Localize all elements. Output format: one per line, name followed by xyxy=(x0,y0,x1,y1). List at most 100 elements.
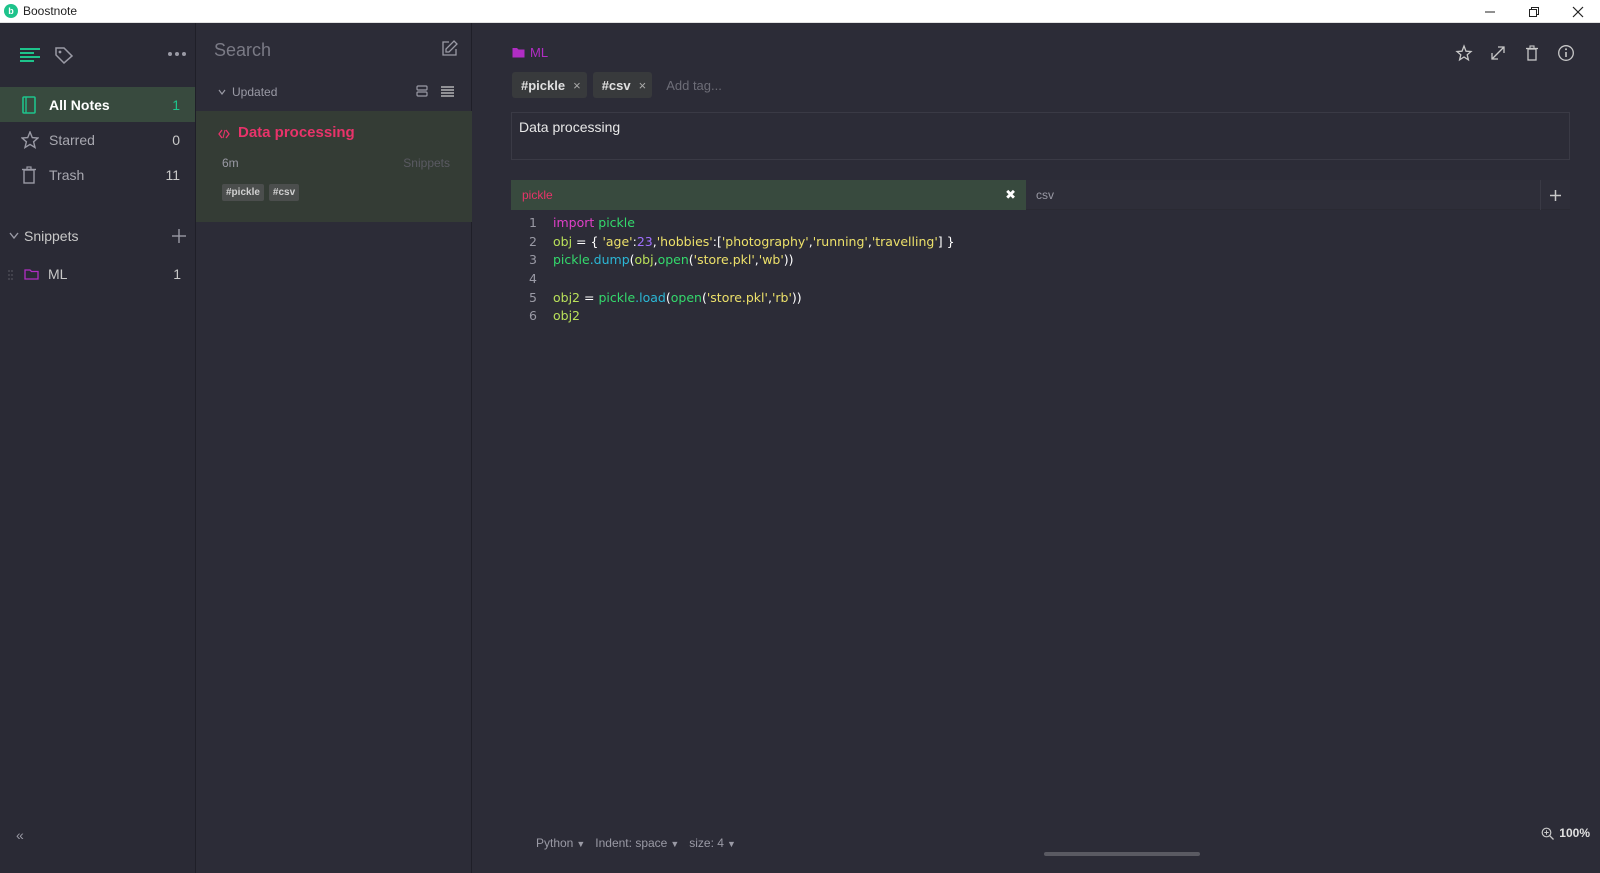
nav-item-all-notes[interactable]: All Notes 1 xyxy=(0,87,195,122)
line-number: 1 xyxy=(529,215,537,230)
tab-csv[interactable]: csv xyxy=(1026,180,1529,210)
ellipsis-icon xyxy=(168,52,186,56)
book-icon xyxy=(21,96,37,114)
search-input[interactable] xyxy=(214,37,424,63)
code-line: 2 obj = { 'age':23,'hobbies':['photograph… xyxy=(511,234,1570,253)
zoom-level: 100% xyxy=(1559,826,1590,840)
code-icon xyxy=(218,129,230,139)
minimize-icon xyxy=(1485,11,1495,12)
remove-tag-button[interactable]: × xyxy=(573,78,581,93)
add-tag-input[interactable] xyxy=(666,74,787,96)
snippet-detail: ML #pickle × #csv × Data processing pick… xyxy=(472,23,1600,873)
collapse-sidebar-button[interactable]: « xyxy=(16,827,24,843)
code-line: 1 import pickle xyxy=(511,215,1570,234)
restore-icon xyxy=(1529,6,1539,17)
expand-icon xyxy=(1491,46,1505,60)
nav-item-trash[interactable]: Trash 11 xyxy=(0,157,195,192)
close-window-button[interactable] xyxy=(1556,0,1600,23)
code-line: 3 pickle.dump(obj,open('store.pkl','wb')) xyxy=(511,252,1570,271)
sort-label: Updated xyxy=(232,85,278,99)
code-text: obj = { 'age':23,'hobbies':['photography… xyxy=(553,233,955,249)
zoom-control[interactable]: 100% xyxy=(1541,826,1590,840)
restore-button[interactable] xyxy=(1512,0,1556,23)
plus-icon xyxy=(1550,189,1561,201)
edit-icon xyxy=(442,40,458,56)
mode-selector[interactable]: Python ▼ xyxy=(536,836,585,850)
add-snippet-button[interactable] xyxy=(1540,180,1570,210)
nav-item-label: Trash xyxy=(49,166,85,183)
code-line: 4 xyxy=(511,271,1570,290)
boostnote-logo-icon: b xyxy=(4,4,18,18)
snippet-tab-bar: pickle ✖ csv xyxy=(511,180,1570,210)
storage-header[interactable]: Snippets xyxy=(0,225,196,247)
indent-size-selector[interactable]: size: 4 ▼ xyxy=(689,836,736,850)
code-text: obj2 = pickle.load(open('store.pkl','rb'… xyxy=(553,289,802,305)
delete-button[interactable] xyxy=(1522,43,1542,63)
caret-down-icon: ▼ xyxy=(576,839,586,849)
close-icon xyxy=(1572,6,1584,17)
add-folder-icon[interactable] xyxy=(172,229,186,243)
new-note-button[interactable] xyxy=(441,40,458,57)
compact-view-icon[interactable] xyxy=(441,85,454,97)
note-title: Data processing xyxy=(238,124,355,141)
description-editor[interactable]: Data processing xyxy=(511,112,1570,160)
notes-menu-button[interactable] xyxy=(20,47,40,63)
fullscreen-button[interactable] xyxy=(1488,43,1508,63)
line-number: 3 xyxy=(529,252,537,268)
code-text: pickle.dump(obj,open('store.pkl','wb')) xyxy=(553,252,794,268)
nav-item-label: Starred xyxy=(49,131,95,148)
tag-chip-csv: #csv × xyxy=(592,72,653,98)
star-button[interactable] xyxy=(1454,43,1474,63)
default-view-icon[interactable] xyxy=(416,85,428,97)
indent-selector[interactable]: Indent: space ▼ xyxy=(595,836,679,850)
storage-label: Snippets xyxy=(24,228,79,244)
menu-lines-icon xyxy=(20,48,40,62)
tab-label: pickle xyxy=(522,188,553,202)
sort-bar: Updated xyxy=(196,81,472,103)
tag-chip-pickle: #pickle × xyxy=(512,72,587,98)
tab-pickle[interactable]: pickle ✖ xyxy=(511,180,1026,210)
nav-item-label: All Notes xyxy=(49,96,110,113)
remove-tag-button[interactable]: × xyxy=(639,78,647,93)
note-updated-time: 6m xyxy=(222,156,239,170)
window-title: Boostnote xyxy=(23,4,78,18)
code-line: 6 obj2 xyxy=(511,308,1570,327)
folder-item-ml[interactable]: ML 1 xyxy=(0,262,196,286)
folder-name: ML xyxy=(530,45,549,60)
folder-icon xyxy=(24,269,39,280)
note-tags: #pickle #csv xyxy=(222,184,300,201)
note-tag: #pickle xyxy=(222,184,264,201)
folder-selector[interactable]: ML xyxy=(512,45,548,60)
caret-down-icon: ▼ xyxy=(726,839,736,849)
folder-count: 1 xyxy=(173,266,181,282)
info-button[interactable] xyxy=(1556,43,1576,63)
window-controls xyxy=(1468,0,1600,23)
close-tab-button[interactable]: ✖ xyxy=(1005,187,1016,203)
star-icon xyxy=(21,131,39,149)
tag-list-button[interactable] xyxy=(54,46,74,64)
folder-icon xyxy=(512,48,525,58)
drag-handle-icon[interactable] xyxy=(8,270,14,280)
trash-icon xyxy=(21,166,37,184)
minimize-button[interactable] xyxy=(1468,0,1512,23)
chevron-down-icon xyxy=(9,232,19,240)
trash-icon xyxy=(1526,45,1538,61)
detail-toolbar xyxy=(1454,43,1576,63)
side-nav: All Notes 1 Starred 0 Trash 11 Snippets … xyxy=(0,23,196,873)
chevron-down-icon xyxy=(218,89,226,95)
note-storage-name: Snippets xyxy=(403,156,450,170)
nav-item-count: 11 xyxy=(165,166,180,183)
note-list: Updated Data processing 6m Snippets #pic… xyxy=(196,23,472,873)
nav-item-starred[interactable]: Starred 0 xyxy=(0,122,195,157)
code-editor[interactable]: 1 import pickle 2 obj = { 'age':23,'hobbie… xyxy=(511,215,1570,327)
mode-label: Python xyxy=(536,836,574,850)
horizontal-scrollbar[interactable] xyxy=(1044,852,1200,856)
nav-toolbar xyxy=(0,23,195,87)
code-line: 5 obj2 = pickle.load(open('store.pkl','rb… xyxy=(511,290,1570,309)
line-number: 4 xyxy=(529,271,537,287)
more-options-button[interactable] xyxy=(167,51,187,57)
tag-editor: #pickle × #csv × xyxy=(512,72,787,98)
note-list-item[interactable]: Data processing 6m Snippets #pickle #csv xyxy=(196,111,472,222)
code-text: import pickle xyxy=(553,215,635,230)
editor-status-bar: Python ▼ Indent: space ▼ size: 4 ▼ xyxy=(536,836,736,850)
